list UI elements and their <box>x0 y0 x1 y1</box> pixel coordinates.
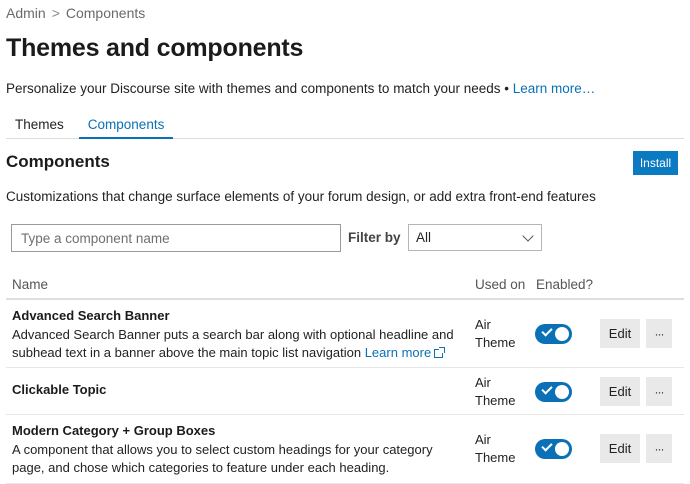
chevron-down-icon <box>522 229 534 242</box>
tab-themes[interactable]: Themes <box>6 114 73 139</box>
breadcrumb-current: Components <box>65 5 146 21</box>
used-on-line-2: Theme <box>475 335 516 350</box>
column-header-name: Name <box>12 277 49 292</box>
page-intro-text: Personalize your Discourse site with the… <box>6 81 509 96</box>
component-learn-more-link[interactable]: Learn more <box>364 345 446 360</box>
tab-bar: Themes Components <box>6 114 684 139</box>
learn-more-link[interactable]: Learn more… <box>513 81 596 96</box>
toggle-knob <box>555 442 569 456</box>
check-icon <box>541 440 553 452</box>
used-on-theme: Air Theme <box>475 431 515 467</box>
used-on-line-2: Theme <box>475 393 516 408</box>
component-description: A component that allows you to select cu… <box>12 442 433 475</box>
page-intro: Personalize your Discourse site with the… <box>6 81 595 96</box>
column-header-enabled: Enabled? <box>536 277 594 292</box>
section-description: Customizations that change surface eleme… <box>6 189 596 204</box>
component-name: Advanced Search Banner <box>12 308 170 323</box>
filter-label: Filter by <box>348 230 401 245</box>
column-header-used-on: Used on <box>475 277 526 292</box>
component-name: Clickable Topic <box>12 382 107 397</box>
component-name: Modern Category + Group Boxes <box>12 423 216 438</box>
filter-select-value: All <box>416 230 432 245</box>
component-learn-more-label: Learn more <box>364 345 432 360</box>
enabled-toggle[interactable] <box>535 439 572 459</box>
component-description: Advanced Search Banner puts a search bar… <box>12 326 457 362</box>
used-on-theme: Air Theme <box>475 316 515 352</box>
table-header: Name Used on Enabled? <box>6 270 684 300</box>
section-title: Components <box>6 152 110 171</box>
check-icon <box>541 325 553 337</box>
breadcrumb-admin-link[interactable]: Admin <box>6 5 46 21</box>
check-icon <box>541 383 553 395</box>
filter-select[interactable]: All <box>408 224 542 251</box>
used-on-line-2: Theme <box>475 450 516 465</box>
edit-button[interactable]: Edit <box>600 377 640 406</box>
tab-components[interactable]: Components <box>78 114 174 139</box>
enabled-toggle[interactable] <box>535 324 572 344</box>
toggle-knob <box>555 327 569 341</box>
chevron-right-icon: > <box>51 5 60 21</box>
external-link-icon <box>434 347 446 358</box>
edit-button[interactable]: Edit <box>600 434 640 463</box>
page-title: Themes and components <box>6 34 304 62</box>
table-row: Advanced Search Banner Advanced Search B… <box>6 300 684 368</box>
more-options-button[interactable]: ··· <box>646 434 672 463</box>
install-button[interactable]: Install <box>633 151 678 175</box>
edit-button[interactable]: Edit <box>600 319 640 348</box>
table-row: Clickable Topic Air Theme Edit ··· <box>6 368 684 415</box>
used-on-line-1: Air <box>475 317 491 332</box>
more-options-button[interactable]: ··· <box>646 319 672 348</box>
more-options-button[interactable]: ··· <box>646 377 672 406</box>
component-search-input[interactable] <box>11 224 341 252</box>
used-on-line-1: Air <box>475 432 491 447</box>
used-on-theme: Air Theme <box>475 374 515 410</box>
used-on-line-1: Air <box>475 375 491 390</box>
enabled-toggle[interactable] <box>535 382 572 402</box>
breadcrumb: Admin > Components <box>6 5 145 21</box>
table-row: Modern Category + Group Boxes A componen… <box>6 415 684 484</box>
toggle-knob <box>555 385 569 399</box>
